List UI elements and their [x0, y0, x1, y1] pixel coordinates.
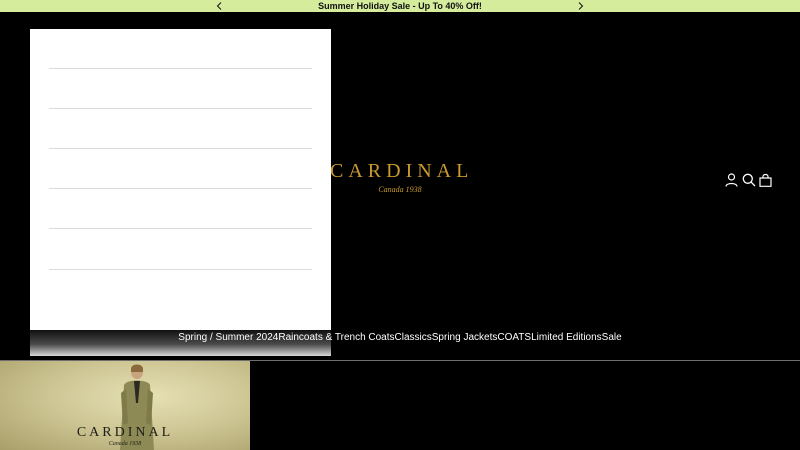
announcement-bar: Summer Holiday Sale - Up To 40% Off!	[0, 0, 800, 12]
panel-row[interactable]	[49, 230, 312, 270]
cart-button[interactable]	[758, 172, 773, 188]
chevron-left-icon	[216, 2, 222, 10]
nav-item-limited-editions[interactable]: Limited Editions	[531, 331, 602, 345]
panel-row[interactable]	[49, 69, 312, 109]
account-icon	[725, 173, 738, 187]
main-nav: Spring / Summer 2024 Raincoats & Trench …	[0, 331, 800, 345]
announcement-text[interactable]: Summer Holiday Sale - Up To 40% Off!	[0, 0, 800, 12]
nav-item-classics[interactable]: Classics	[395, 331, 432, 345]
panel-row[interactable]	[49, 109, 312, 149]
dropdown-panel	[30, 29, 331, 330]
header-actions	[724, 172, 773, 188]
search-button[interactable]	[741, 172, 756, 188]
hero-logo: CARDINAL Canada 1938	[0, 425, 250, 448]
nav-item-spring-jackets[interactable]: Spring Jackets	[432, 331, 498, 345]
row-divider	[49, 269, 312, 270]
site-logo[interactable]: CARDINAL Canada 1938	[330, 160, 470, 200]
account-button[interactable]	[724, 172, 739, 188]
row-divider	[49, 228, 312, 229]
logo-wordmark: CARDINAL	[330, 160, 474, 182]
nav-item-coats[interactable]: COATS	[497, 331, 531, 345]
cart-icon	[759, 173, 772, 187]
chevron-right-icon	[578, 2, 584, 10]
panel-row[interactable]	[49, 29, 312, 69]
search-icon	[742, 173, 755, 187]
panel-row[interactable]	[49, 189, 312, 229]
hero-media[interactable]: CARDINAL Canada 1938	[0, 361, 250, 450]
nav-item-sale[interactable]: Sale	[602, 331, 622, 345]
announcement-prev-button[interactable]	[212, 0, 226, 12]
hero-logo-wordmark: CARDINAL	[76, 425, 174, 440]
announcement-next-button[interactable]	[574, 0, 588, 12]
hero-logo-tagline: Canada 1938	[108, 441, 142, 447]
logo-tagline: Canada 1938	[378, 185, 422, 194]
panel-row[interactable]	[49, 149, 312, 189]
nav-item-raincoats-trench-coats[interactable]: Raincoats & Trench Coats	[278, 331, 394, 345]
nav-item-spring-summer-2024[interactable]: Spring / Summer 2024	[178, 331, 278, 345]
